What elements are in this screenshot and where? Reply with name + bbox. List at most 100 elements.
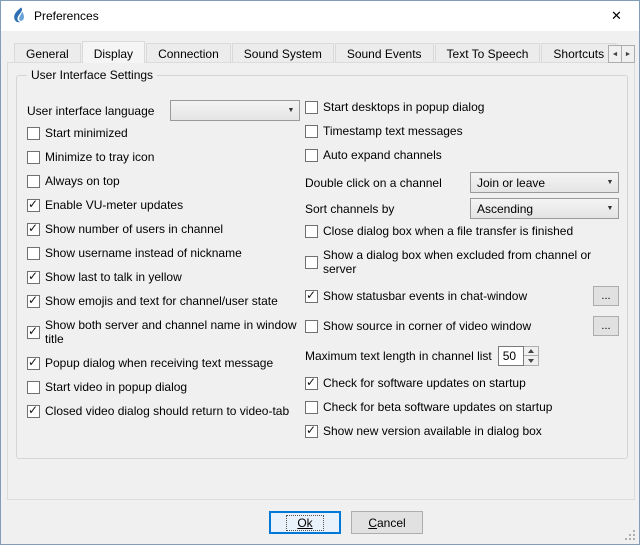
checkbox-closed-video-return[interactable]: Closed video dialog should return to vid… bbox=[27, 404, 307, 418]
sort-channels-value: Ascending bbox=[477, 202, 602, 216]
checkbox-statusbar-events[interactable] bbox=[305, 290, 318, 303]
checkbox-box[interactable] bbox=[27, 247, 40, 260]
checkbox-video-source-corner[interactable] bbox=[305, 320, 318, 333]
checkbox-box[interactable] bbox=[27, 271, 40, 284]
close-icon[interactable]: ✕ bbox=[594, 1, 639, 31]
checkbox-box[interactable] bbox=[27, 295, 40, 308]
checkbox-server-channel-in-title[interactable]: Show both server and channel name in win… bbox=[27, 318, 307, 346]
checkbox-box[interactable] bbox=[305, 401, 318, 414]
language-dropdown[interactable]: ▼ bbox=[170, 100, 300, 121]
checkbox-label: Enable VU-meter updates bbox=[45, 198, 183, 212]
checkbox-box[interactable] bbox=[27, 199, 40, 212]
checkbox-label: Closed video dialog should return to vid… bbox=[45, 404, 289, 418]
checkbox-label: Show last to talk in yellow bbox=[45, 270, 182, 284]
checkbox-box[interactable] bbox=[305, 425, 318, 438]
checkbox-check-beta-updates[interactable]: Check for beta software updates on start… bbox=[305, 400, 619, 414]
checkbox-vu-meter-updates[interactable]: Enable VU-meter updates bbox=[27, 198, 307, 212]
checkbox-box[interactable] bbox=[305, 377, 318, 390]
tab-text-to-speech[interactable]: Text To Speech bbox=[435, 43, 541, 63]
tab-scroll-control: ◄ ► bbox=[609, 45, 635, 63]
tab-scroll-left-icon[interactable]: ◄ bbox=[608, 45, 622, 63]
max-text-length-input[interactable]: 50 bbox=[498, 346, 524, 366]
checkbox-box[interactable] bbox=[27, 381, 40, 394]
checkbox-minimize-to-tray[interactable]: Minimize to tray icon bbox=[27, 150, 307, 164]
checkbox-box[interactable] bbox=[27, 223, 40, 236]
checkbox-label: Show source in corner of video window bbox=[323, 319, 531, 333]
checkbox-label: Show number of users in channel bbox=[45, 222, 223, 236]
checkbox-check-updates[interactable]: Check for software updates on startup bbox=[305, 376, 619, 390]
window-title: Preferences bbox=[34, 9, 99, 23]
checkbox-new-version-dialog[interactable]: Show new version available in dialog box bbox=[305, 424, 619, 438]
tab-general[interactable]: General bbox=[14, 43, 81, 63]
checkbox-box[interactable] bbox=[305, 225, 318, 238]
video-source-more-button[interactable]: ... bbox=[593, 316, 619, 336]
max-text-length-row: Maximum text length in channel list 50 bbox=[305, 346, 619, 366]
checkbox-start-minimized[interactable]: Start minimized bbox=[27, 126, 307, 140]
left-column: User interface language ▼ Start minimize… bbox=[27, 100, 307, 428]
checkbox-always-on-top[interactable]: Always on top bbox=[27, 174, 307, 188]
checkbox-label: Check for software updates on startup bbox=[323, 376, 526, 390]
checkbox-label: Timestamp text messages bbox=[323, 124, 463, 138]
tab-scroll-right-icon[interactable]: ► bbox=[621, 45, 635, 63]
double-click-row: Double click on a channel Join or leave … bbox=[305, 172, 619, 193]
checkbox-start-desktops-popup[interactable]: Start desktops in popup dialog bbox=[305, 100, 619, 114]
checkbox-label: Show username instead of nickname bbox=[45, 246, 242, 260]
tab-display[interactable]: Display bbox=[82, 41, 145, 63]
checkbox-box[interactable] bbox=[305, 149, 318, 162]
ok-button[interactable]: Ok bbox=[269, 511, 341, 534]
checkbox-box[interactable] bbox=[27, 151, 40, 164]
checkbox-box[interactable] bbox=[27, 127, 40, 140]
spin-up-icon[interactable] bbox=[524, 346, 539, 356]
tab-bar: General Display Connection Sound System … bbox=[14, 41, 618, 63]
statusbar-events-row: Show statusbar events in chat-window ... bbox=[305, 286, 619, 306]
chevron-down-icon: ▼ bbox=[283, 101, 299, 120]
tab-connection[interactable]: Connection bbox=[146, 43, 231, 63]
checkbox-box[interactable] bbox=[305, 256, 318, 269]
checkbox-label: Popup dialog when receiving text message bbox=[45, 356, 273, 370]
checkbox-start-video-popup[interactable]: Start video in popup dialog bbox=[27, 380, 307, 394]
checkbox-last-to-talk-yellow[interactable]: Show last to talk in yellow bbox=[27, 270, 307, 284]
checkbox-box[interactable] bbox=[27, 357, 40, 370]
checkbox-label: Start desktops in popup dialog bbox=[323, 100, 484, 114]
tab-sound-system[interactable]: Sound System bbox=[232, 43, 334, 63]
tab-sound-events[interactable]: Sound Events bbox=[335, 43, 434, 63]
checkbox-dialog-when-excluded[interactable]: Show a dialog box when excluded from cha… bbox=[305, 248, 619, 276]
checkbox-label: Always on top bbox=[45, 174, 120, 188]
checkbox-label: Show new version available in dialog box bbox=[323, 424, 542, 438]
max-text-length-label: Maximum text length in channel list bbox=[305, 349, 492, 363]
tab-shortcuts[interactable]: Shortcuts bbox=[541, 43, 616, 63]
checkbox-show-emojis[interactable]: Show emojis and text for channel/user st… bbox=[27, 294, 307, 308]
double-click-dropdown[interactable]: Join or leave ▼ bbox=[470, 172, 619, 193]
checkbox-box[interactable] bbox=[27, 326, 40, 339]
checkbox-box[interactable] bbox=[27, 405, 40, 418]
double-click-label: Double click on a channel bbox=[305, 176, 442, 190]
checkbox-label: Start video in popup dialog bbox=[45, 380, 187, 394]
checkbox-box[interactable] bbox=[305, 125, 318, 138]
checkbox-box[interactable] bbox=[27, 175, 40, 188]
statusbar-events-more-button[interactable]: ... bbox=[593, 286, 619, 306]
checkbox-timestamp-messages[interactable]: Timestamp text messages bbox=[305, 124, 619, 138]
checkbox-show-number-of-users[interactable]: Show number of users in channel bbox=[27, 222, 307, 236]
checkbox-label: Auto expand channels bbox=[323, 148, 442, 162]
cancel-button-label: Cancel bbox=[368, 516, 405, 530]
cancel-button[interactable]: Cancel bbox=[351, 511, 423, 534]
checkbox-auto-expand-channels[interactable]: Auto expand channels bbox=[305, 148, 619, 162]
spin-down-icon[interactable] bbox=[524, 356, 539, 366]
checkbox-label: Start minimized bbox=[45, 126, 128, 140]
display-tab-panel: User Interface Settings User interface l… bbox=[7, 62, 635, 500]
checkbox-show-username[interactable]: Show username instead of nickname bbox=[27, 246, 307, 260]
checkbox-close-dialog-file-transfer[interactable]: Close dialog box when a file transfer is… bbox=[305, 224, 619, 238]
titlebar: Preferences ✕ bbox=[1, 1, 639, 31]
checkbox-label: Show both server and channel name in win… bbox=[45, 318, 307, 346]
app-icon bbox=[10, 7, 27, 24]
resize-grip[interactable] bbox=[624, 529, 636, 541]
sort-channels-dropdown[interactable]: Ascending ▼ bbox=[470, 198, 619, 219]
checkbox-box[interactable] bbox=[305, 101, 318, 114]
sort-channels-label: Sort channels by bbox=[305, 202, 394, 216]
double-click-value: Join or leave bbox=[477, 176, 602, 190]
sort-channels-row: Sort channels by Ascending ▼ bbox=[305, 198, 619, 219]
checkbox-popup-text-message[interactable]: Popup dialog when receiving text message bbox=[27, 356, 307, 370]
checkbox-label: Show emojis and text for channel/user st… bbox=[45, 294, 278, 308]
video-source-row: Show source in corner of video window ..… bbox=[305, 316, 619, 336]
checkbox-label: Check for beta software updates on start… bbox=[323, 400, 552, 414]
